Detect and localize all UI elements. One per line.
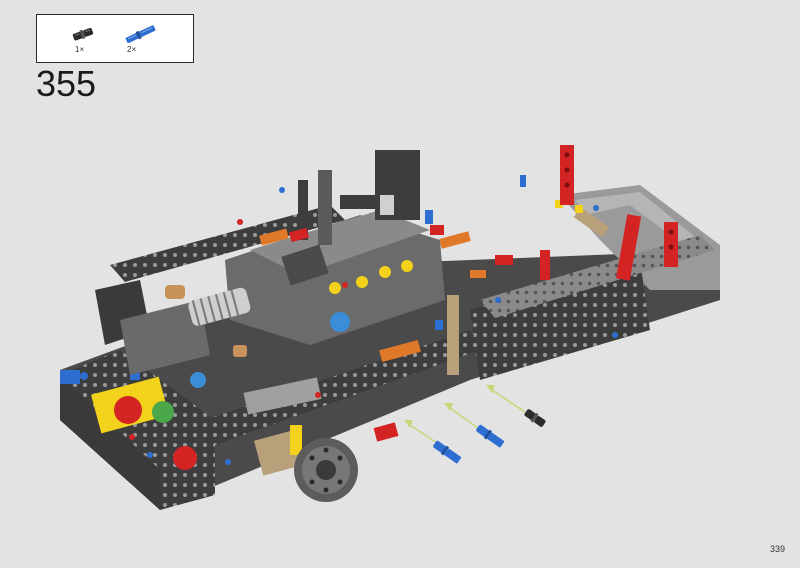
car-chassis-illustration (60, 145, 720, 510)
page-number: 339 (769, 544, 785, 554)
